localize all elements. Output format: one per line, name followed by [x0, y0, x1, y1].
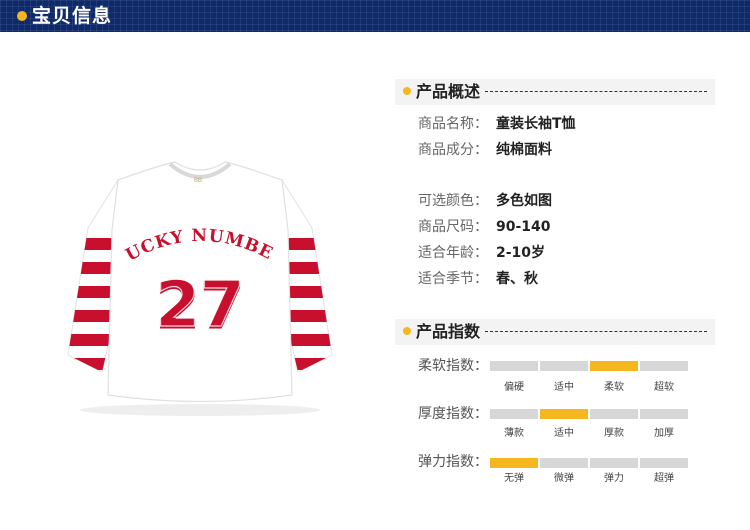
- thickness-segment: [540, 409, 588, 419]
- thickness-option: 厚款: [604, 428, 624, 439]
- elasticity-option: 超弹: [654, 473, 674, 484]
- row-value: 童装长袖T恤: [496, 116, 576, 132]
- product-image: BB LUCKY NUMBER 27 27: [12, 95, 380, 440]
- row-value: 春、秋: [496, 271, 538, 287]
- overview-row-colors: 可选颜色： 多色如图: [418, 191, 552, 211]
- overview-row-age: 适合年龄： 2-10岁: [418, 243, 545, 263]
- row-label: 适合季节：: [418, 271, 488, 287]
- overview-row-material: 商品成分： 纯棉面料: [418, 140, 552, 160]
- overview-row-size: 商品尺码： 90-140: [418, 217, 551, 237]
- overview-row-season: 适合季节： 春、秋: [418, 269, 538, 289]
- row-value: 多色如图: [496, 193, 552, 209]
- softness-option: 超软: [654, 382, 674, 393]
- elasticity-label: 弹力指数：: [418, 454, 488, 470]
- indices-heading: 产品指数: [395, 319, 715, 345]
- indices-title: 产品指数: [416, 322, 481, 341]
- tshirt-number-outline: 27: [155, 268, 244, 342]
- softness-option: 柔软: [604, 382, 624, 393]
- row-label: 商品尺码：: [418, 219, 488, 235]
- overview-heading: 产品概述: [395, 79, 715, 105]
- row-value: 2-10岁: [496, 245, 546, 261]
- softness-segment: [490, 361, 538, 371]
- elasticity-segment: [590, 458, 638, 468]
- softness-option: 偏硬: [504, 382, 524, 393]
- dashed-divider: [485, 331, 707, 332]
- overview-row-name: 商品名称： 童装长袖T恤: [418, 114, 576, 134]
- thickness-segment: [590, 409, 638, 419]
- row-label: 商品成分：: [418, 142, 488, 158]
- elasticity-segment: [640, 458, 688, 468]
- row-value: 纯棉面料: [496, 142, 552, 158]
- elasticity-option: 微弹: [554, 473, 574, 484]
- softness-segment: [590, 361, 638, 371]
- thickness-label: 厚度指数：: [418, 406, 488, 422]
- elasticity-segment: [490, 458, 538, 468]
- header-title: 宝贝信息: [32, 5, 113, 27]
- elasticity-option: 弹力: [604, 473, 624, 484]
- softness-option: 适中: [554, 382, 574, 393]
- thickness-option: 适中: [554, 428, 574, 439]
- thickness-option: 加厚: [654, 428, 674, 439]
- header-dot-icon: [17, 11, 27, 21]
- row-label: 可选颜色：: [418, 193, 488, 209]
- thickness-segment: [640, 409, 688, 419]
- dashed-divider: [485, 91, 707, 92]
- softness-segment: [540, 361, 588, 371]
- thickness-segment: [490, 409, 538, 419]
- elasticity-option: 无弹: [504, 473, 524, 484]
- bullet-dot-icon: [403, 87, 411, 95]
- tshirt-tag: BB: [194, 178, 202, 184]
- softness-label: 柔软指数：: [418, 358, 488, 374]
- row-value: 90-140: [496, 219, 551, 235]
- thickness-option: 薄款: [504, 428, 524, 439]
- tshirt-illustration: BB LUCKY NUMBER 27 27: [12, 95, 333, 416]
- row-label: 商品名称：: [418, 116, 488, 132]
- header-bar: 宝贝信息: [0, 0, 750, 32]
- overview-title: 产品概述: [416, 82, 481, 101]
- softness-segment: [640, 361, 688, 371]
- bullet-dot-icon: [403, 327, 411, 335]
- elasticity-segment: [540, 458, 588, 468]
- row-label: 适合年龄：: [418, 245, 488, 261]
